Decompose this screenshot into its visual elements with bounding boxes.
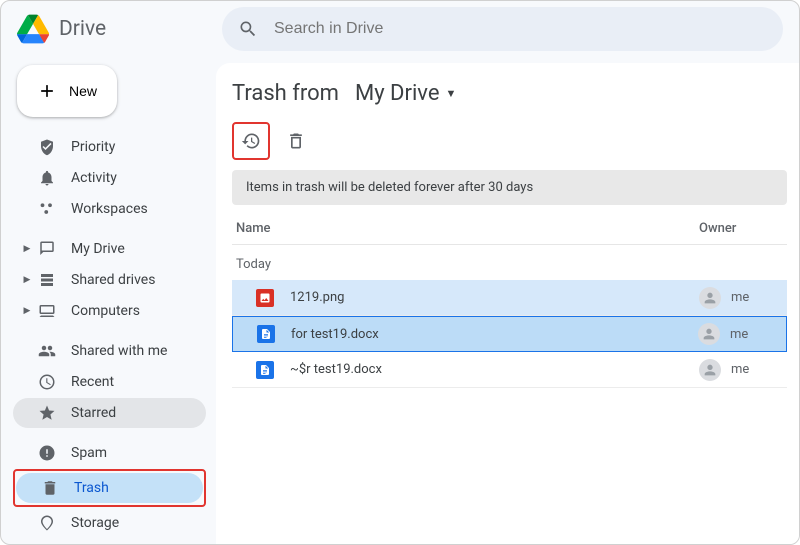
owner-cell: me	[698, 323, 778, 345]
sidebar-item-label: Spam	[71, 445, 107, 461]
doc-file-icon	[257, 325, 275, 343]
sidebar-item-storage[interactable]: Storage	[13, 508, 206, 538]
sidebar-item-label: Computers	[71, 303, 140, 319]
computers-icon	[37, 301, 57, 321]
caret-down-icon: ▼	[445, 87, 456, 100]
column-owner[interactable]: Owner	[699, 221, 779, 236]
sidebar-item-label: Trash	[74, 480, 109, 496]
body: New Priority Activity Workspaces ▶ My Dr…	[1, 57, 799, 544]
drive-scope-dropdown[interactable]: My Drive ▼	[349, 79, 462, 108]
restore-icon	[241, 131, 261, 151]
restore-button[interactable]	[235, 125, 267, 157]
sidebar-item-activity[interactable]: Activity	[13, 163, 206, 193]
delete-forever-button[interactable]	[280, 125, 312, 157]
owner-cell: me	[699, 287, 779, 309]
column-name[interactable]: Name	[236, 221, 699, 236]
trash-icon	[40, 478, 60, 498]
sidebar-item-priority[interactable]: Priority	[13, 132, 206, 162]
sidebar-item-label: Workspaces	[71, 201, 148, 217]
spam-icon	[37, 443, 57, 463]
image-file-icon	[256, 289, 274, 307]
column-headers: Name Owner	[232, 221, 787, 245]
table-row[interactable]: ~$r test19.docx me	[232, 352, 787, 388]
plus-icon	[37, 81, 57, 101]
page-title: Trash from	[232, 81, 339, 106]
sidebar-item-workspaces[interactable]: Workspaces	[13, 194, 206, 224]
priority-icon	[37, 137, 57, 157]
owner-label: me	[730, 327, 748, 342]
doc-file-icon	[256, 361, 274, 379]
file-name: 1219.png	[290, 290, 699, 305]
sidebar-item-label: Starred	[71, 405, 116, 421]
sidebar-item-label: Priority	[71, 139, 115, 155]
expand-icon[interactable]: ▶	[21, 306, 33, 316]
sidebar-item-label: Activity	[71, 170, 117, 186]
owner-label: me	[731, 362, 749, 377]
trash-icon	[286, 131, 306, 151]
avatar	[699, 359, 721, 381]
toolbar	[232, 120, 787, 170]
owner-label: me	[731, 290, 749, 305]
logo-area: Drive	[17, 13, 222, 45]
sidebar-item-shared-with-me[interactable]: Shared with me	[13, 336, 206, 366]
file-name: ~$r test19.docx	[290, 362, 699, 377]
trash-notice: Items in trash will be deleted forever a…	[232, 170, 787, 205]
recent-icon	[37, 372, 57, 392]
page-title-row: Trash from My Drive ▼	[232, 79, 787, 108]
avatar	[698, 323, 720, 345]
sidebar-item-spam[interactable]: Spam	[13, 438, 206, 468]
sidebar-item-label: Storage	[71, 515, 119, 531]
shared-drives-icon	[37, 270, 57, 290]
table-row[interactable]: 1219.png me	[232, 280, 787, 316]
search-input[interactable]	[274, 20, 767, 38]
new-button-label: New	[69, 83, 97, 99]
trash-highlight: Trash	[13, 469, 206, 507]
sidebar-item-computers[interactable]: ▶ Computers	[13, 296, 206, 326]
new-button[interactable]: New	[17, 65, 117, 117]
sidebar-item-my-drive[interactable]: ▶ My Drive	[13, 234, 206, 264]
workspaces-icon	[37, 199, 57, 219]
main: Trash from My Drive ▼ Items in trash wil…	[216, 63, 799, 544]
sidebar-item-label: Shared drives	[71, 272, 155, 288]
drive-logo-icon	[17, 13, 49, 45]
sidebar-item-shared-drives[interactable]: ▶ Shared drives	[13, 265, 206, 295]
starred-icon	[37, 403, 57, 423]
owner-cell: me	[699, 359, 779, 381]
sidebar-item-label: Recent	[71, 374, 114, 390]
restore-highlight	[232, 122, 270, 160]
storage-icon	[37, 513, 57, 533]
expand-icon[interactable]: ▶	[21, 244, 33, 254]
sidebar-item-label: Shared with me	[71, 343, 167, 359]
my-drive-icon	[37, 239, 57, 259]
sidebar-item-trash[interactable]: Trash	[16, 473, 203, 503]
search-bar[interactable]	[222, 7, 783, 51]
app-name: Drive	[59, 17, 106, 41]
avatar	[699, 287, 721, 309]
sidebar-item-starred[interactable]: Starred	[13, 398, 206, 428]
drive-scope-label: My Drive	[355, 81, 440, 106]
app-window: Drive New Priority Activity Workspaces	[0, 0, 800, 545]
sidebar-item-label: My Drive	[71, 241, 125, 257]
activity-icon	[37, 168, 57, 188]
expand-icon[interactable]: ▶	[21, 275, 33, 285]
shared-with-me-icon	[37, 341, 57, 361]
sidebar-item-recent[interactable]: Recent	[13, 367, 206, 397]
group-label: Today	[232, 245, 787, 280]
sidebar: New Priority Activity Workspaces ▶ My Dr…	[1, 57, 216, 544]
header: Drive	[1, 1, 799, 57]
search-icon	[238, 19, 258, 39]
file-name: for test19.docx	[291, 327, 698, 342]
table-row[interactable]: for test19.docx me	[232, 316, 787, 352]
